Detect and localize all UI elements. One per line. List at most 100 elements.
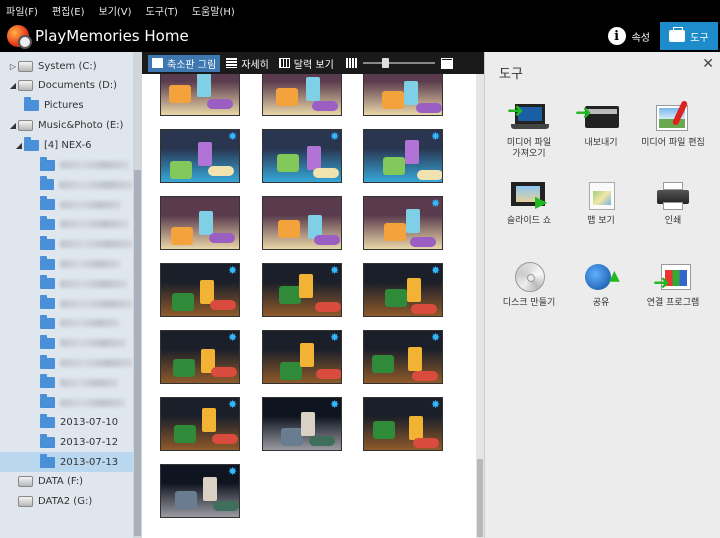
tools-button[interactable]: 도구 [660, 22, 718, 50]
grid-scrollbar[interactable] [476, 74, 484, 538]
tool-open-with[interactable]: ➜ 연결 프로그램 [637, 260, 709, 309]
menu-help[interactable]: 도움말(H) [192, 3, 235, 18]
tree-scrollbar-thumb[interactable] [134, 170, 141, 536]
tree-folder-item[interactable] [0, 294, 133, 314]
tree-item-label: Music&Photo (E:) [38, 119, 124, 131]
slideshow-icon: ▶ [509, 178, 549, 212]
tree-folder-item[interactable]: 2013-07-13 [0, 452, 133, 472]
photo-thumbnail[interactable]: ✸ [363, 397, 443, 451]
photo-thumbnail[interactable]: ✸ [262, 263, 342, 317]
properties-button[interactable]: i 속성 [602, 20, 656, 52]
app-title: PlayMemories Home [35, 27, 189, 45]
folder-icon [39, 176, 55, 191]
redacted-folder-name [60, 398, 125, 407]
tree-drive-item[interactable]: ◢ Music&Photo (E:) [0, 115, 133, 135]
menu-edit[interactable]: 편집(E) [52, 3, 85, 18]
photo-thumbnail[interactable] [363, 74, 443, 116]
photo-thumbnail[interactable] [160, 74, 240, 116]
close-icon[interactable]: ✕ [702, 56, 714, 72]
tool-share-label: 공유 [592, 298, 610, 308]
photo-thumbnail[interactable] [262, 196, 342, 250]
tree-folder-item[interactable] [0, 393, 133, 413]
tree-folder-item[interactable] [0, 175, 133, 195]
tree-folder-item[interactable] [0, 234, 133, 254]
tool-print[interactable]: 인쇄 [637, 178, 709, 227]
tree-drive-item[interactable]: ▷ System (C:) [0, 56, 133, 76]
folder-icon [40, 453, 55, 468]
menu-tools[interactable]: 도구(T) [146, 3, 178, 18]
view-calendar-label: 달력 보기 [293, 59, 334, 71]
tree-folder-item[interactable]: ◢ [4] NEX-6 [0, 135, 133, 155]
photo-thumbnail[interactable]: ✸ [262, 129, 342, 183]
photo-thumbnail[interactable]: ✸ [363, 263, 443, 317]
grid-scrollbar-thumb[interactable] [477, 459, 483, 537]
photo-thumbnail[interactable]: ✸ [160, 263, 240, 317]
tree-scrollbar[interactable] [133, 52, 142, 538]
tool-map-label: 맵 보기 [587, 216, 615, 226]
tree-folder-item[interactable] [0, 373, 133, 393]
tree-folder-item[interactable]: 2013-07-12 [0, 432, 133, 452]
tool-map[interactable]: 맵 보기 [565, 178, 637, 227]
expand-arrow-icon[interactable]: ◢ [8, 121, 18, 130]
expand-arrow-icon[interactable]: ◢ [14, 141, 24, 150]
photo-thumbnail[interactable]: ✸ [160, 397, 240, 451]
tool-slideshow-label: 슬라이드 쇼 [506, 216, 552, 226]
tool-share[interactable]: ▲ 공유 [565, 260, 637, 309]
drive-icon [18, 496, 33, 508]
sparkle-badge-icon: ✸ [330, 264, 340, 277]
view-thumbnail-button[interactable]: 축소판 그림 [148, 54, 221, 72]
tree-drive-item[interactable]: DATA2 (G:) [0, 492, 133, 512]
tool-edit[interactable]: 미디어 파일 편집 [637, 99, 709, 149]
tree-folder-item[interactable] [0, 313, 133, 333]
tree-folder-item[interactable] [0, 214, 133, 234]
view-details-button[interactable]: 자세히 [222, 55, 273, 72]
photo-thumbnail[interactable]: ✸ [262, 330, 342, 384]
photo-thumbnail[interactable] [160, 196, 240, 250]
tool-disc[interactable]: 디스크 만들기 [493, 260, 565, 309]
tree-folder-item[interactable] [0, 274, 133, 294]
tree-folder-item[interactable]: 2013-07-10 [0, 412, 133, 432]
tree-drive-item[interactable]: ◢ Documents (D:) [0, 76, 133, 96]
menu-view[interactable]: 보기(V) [99, 3, 132, 18]
app-logo-icon [7, 25, 32, 49]
tree-folder-item[interactable] [0, 353, 133, 373]
slider-knob[interactable] [382, 58, 390, 68]
view-calendar-button[interactable]: 달력 보기 [275, 55, 338, 72]
folder-icon [39, 295, 55, 310]
photo-thumbnail[interactable]: ✸ [363, 129, 443, 183]
sparkle-badge-icon: ✸ [330, 398, 340, 411]
tree-folder-item[interactable] [0, 254, 133, 274]
folder-icon [40, 196, 55, 211]
tree-folder-item[interactable] [0, 155, 133, 175]
folder-icon [40, 275, 55, 290]
small-thumbnails-icon[interactable] [345, 58, 357, 68]
folder-tree: ▷ System (C:) ◢ Documents (D:) Pictures ◢ Musi… [0, 52, 142, 538]
photo-thumbnail[interactable]: ✸ [363, 330, 443, 384]
photo-thumbnail[interactable]: ✸ [262, 397, 342, 451]
tree-folder-item[interactable] [0, 333, 133, 353]
expand-arrow-icon[interactable]: ◢ [8, 81, 18, 90]
photo-thumbnail[interactable]: ✸ [160, 330, 240, 384]
tool-slideshow[interactable]: ▶ 슬라이드 쇼 [493, 178, 565, 227]
folder-icon [40, 394, 55, 409]
photo-thumbnail[interactable]: ✸ [160, 464, 240, 518]
folder-icon [40, 314, 55, 329]
sparkle-badge-icon: ✸ [228, 331, 238, 344]
photo-thumbnail[interactable] [262, 74, 342, 116]
tool-print-label: 인쇄 [664, 216, 682, 226]
photo-thumbnail[interactable]: ✸ [160, 129, 240, 183]
tree-drive-item[interactable]: DATA (F:) [0, 472, 133, 492]
info-icon: i [607, 27, 626, 45]
details-list-icon [226, 58, 238, 68]
tool-import[interactable]: ➜ 미디어 파일 가져오기 [493, 100, 565, 160]
tree-folder-item[interactable]: Pictures [0, 96, 133, 116]
tools-label: 도구 [690, 32, 709, 44]
large-thumbnails-icon[interactable] [440, 57, 453, 69]
photo-thumbnail[interactable]: ✸ [363, 196, 443, 250]
expand-arrow-icon[interactable]: ▷ [8, 62, 18, 71]
tree-folder-item[interactable] [0, 195, 133, 215]
tool-export[interactable]: ➜ 내보내기 [565, 100, 637, 149]
folder-icon [40, 354, 55, 369]
menu-file[interactable]: 파일(F) [6, 3, 38, 18]
thumbnail-size-slider[interactable] [362, 58, 435, 68]
